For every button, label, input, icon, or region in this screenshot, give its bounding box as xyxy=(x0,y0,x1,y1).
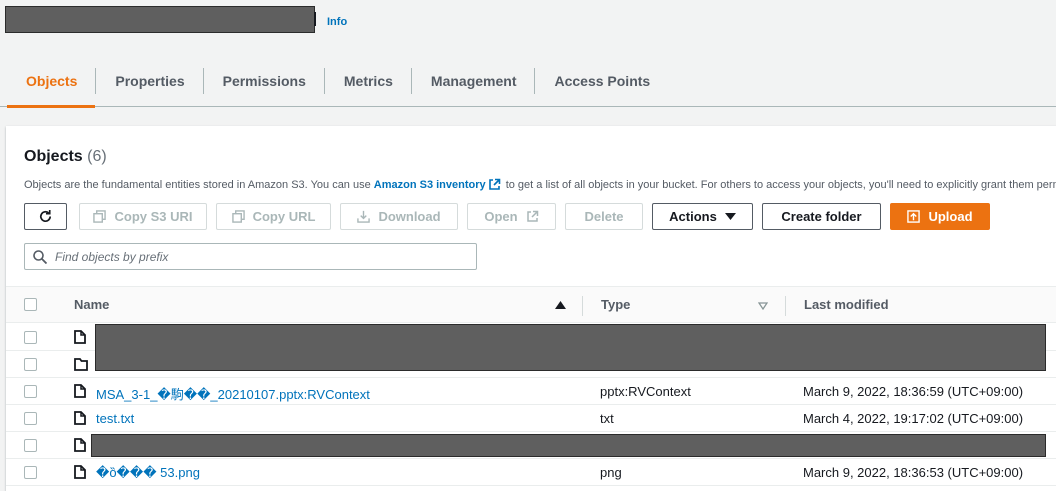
refresh-icon xyxy=(40,209,52,222)
row-checkbox[interactable] xyxy=(24,331,37,344)
create-folder-label: Create folder xyxy=(781,209,862,224)
sort-ascending-icon[interactable] xyxy=(555,301,566,310)
copy-icon xyxy=(231,210,245,223)
description-text-rest: to get a list of all objects in your buc… xyxy=(502,179,1056,191)
file-icon xyxy=(74,330,86,344)
row-checkbox[interactable] xyxy=(24,412,37,425)
search-box xyxy=(24,243,477,270)
caret-down-icon xyxy=(724,212,736,220)
external-link-icon xyxy=(488,178,500,190)
copy-s3-uri-label: Copy S3 URI xyxy=(114,209,193,224)
redacted-bucket-name xyxy=(5,6,315,33)
search-icon xyxy=(33,249,47,264)
file-icon xyxy=(74,384,86,398)
column-header-type[interactable]: Type xyxy=(601,297,630,312)
objects-panel: Objects (6) Objects are the fundamental … xyxy=(6,126,1056,491)
panel-description: Objects are the fundamental entities sto… xyxy=(24,178,1056,191)
description-text: Objects are the fundamental entities sto… xyxy=(24,179,374,191)
object-name-link[interactable]: �ȍ��� 53.png xyxy=(96,465,200,481)
panel-title-text: Objects xyxy=(24,148,83,165)
redacted-row xyxy=(91,434,1046,457)
upload-button[interactable]: Upload xyxy=(890,203,990,230)
column-divider xyxy=(582,296,583,316)
row-checkbox[interactable] xyxy=(24,466,37,479)
tab-access-points[interactable]: Access Points xyxy=(535,56,668,106)
object-last-modified: March 4, 2022, 19:17:02 (UTC+09:00) xyxy=(803,411,1024,426)
object-name-link[interactable]: test.txt xyxy=(96,411,134,426)
object-type: pptx:RVContext xyxy=(600,384,691,399)
page-header: Info xyxy=(0,0,1056,44)
folder-icon xyxy=(74,358,88,371)
object-count: (6) xyxy=(87,148,107,165)
copy-icon xyxy=(93,210,107,223)
select-all-checkbox[interactable] xyxy=(24,298,37,311)
row-checkbox[interactable] xyxy=(24,385,37,398)
table-row[interactable]: �ȍ��� 53.png png March 9, 2022, 18:36:53… xyxy=(6,459,1056,486)
open-button[interactable]: Open xyxy=(467,203,556,230)
copy-s3-uri-button[interactable]: Copy S3 URI xyxy=(79,203,207,230)
tab-metrics[interactable]: Metrics xyxy=(325,56,411,106)
object-last-modified: March 9, 2022, 18:36:53 (UTC+09:00) xyxy=(803,465,1024,480)
object-name-link[interactable]: MSA_3-1_�駒��_20210107.pptx:RVContext xyxy=(96,384,370,403)
tab-objects[interactable]: Objects xyxy=(7,56,96,108)
refresh-button[interactable] xyxy=(24,203,67,230)
row-checkbox[interactable] xyxy=(24,358,37,371)
tab-management[interactable]: Management xyxy=(412,56,535,106)
tab-bar: Objects Properties Permissions Metrics M… xyxy=(0,56,1056,108)
external-link-icon xyxy=(526,210,538,222)
info-link[interactable]: Info xyxy=(327,16,347,28)
delete-button[interactable]: Delete xyxy=(565,203,643,230)
download-label: Download xyxy=(378,209,441,224)
table-row[interactable]: test.txt txt March 4, 2022, 19:17:02 (UT… xyxy=(6,405,1056,432)
actions-label: Actions xyxy=(669,209,717,224)
upload-label: Upload xyxy=(928,209,973,224)
file-icon xyxy=(74,465,86,479)
column-divider xyxy=(785,296,786,316)
s3-inventory-link[interactable]: Amazon S3 inventory xyxy=(374,179,486,191)
column-header-last-modified[interactable]: Last modified xyxy=(804,297,889,312)
open-label: Open xyxy=(484,209,518,224)
download-button[interactable]: Download xyxy=(340,203,458,230)
object-type: txt xyxy=(600,411,614,426)
redacted-rows xyxy=(95,324,1046,371)
sort-icon[interactable] xyxy=(758,302,768,310)
actions-dropdown[interactable]: Actions xyxy=(652,203,753,230)
object-type: png xyxy=(600,465,622,480)
download-icon xyxy=(357,210,371,223)
copy-url-button[interactable]: Copy URL xyxy=(216,203,331,230)
tab-properties[interactable]: Properties xyxy=(96,56,202,106)
table-header: Name Type Last modified xyxy=(6,286,1056,323)
search-input[interactable] xyxy=(55,249,455,264)
text-cursor xyxy=(314,12,316,26)
row-checkbox[interactable] xyxy=(24,439,37,452)
create-folder-button[interactable]: Create folder xyxy=(762,203,881,230)
copy-url-label: Copy URL xyxy=(252,209,316,224)
delete-label: Delete xyxy=(584,209,624,224)
upload-icon xyxy=(907,210,921,223)
file-icon xyxy=(74,438,86,452)
panel-title: Objects (6) xyxy=(24,148,107,166)
column-header-name[interactable]: Name xyxy=(74,297,109,312)
table-row[interactable]: MSA_3-1_�駒��_20210107.pptx:RVContext ppt… xyxy=(6,378,1056,405)
file-icon xyxy=(74,411,86,425)
tab-permissions[interactable]: Permissions xyxy=(204,56,324,106)
object-last-modified: March 9, 2022, 18:36:59 (UTC+09:00) xyxy=(803,384,1024,399)
